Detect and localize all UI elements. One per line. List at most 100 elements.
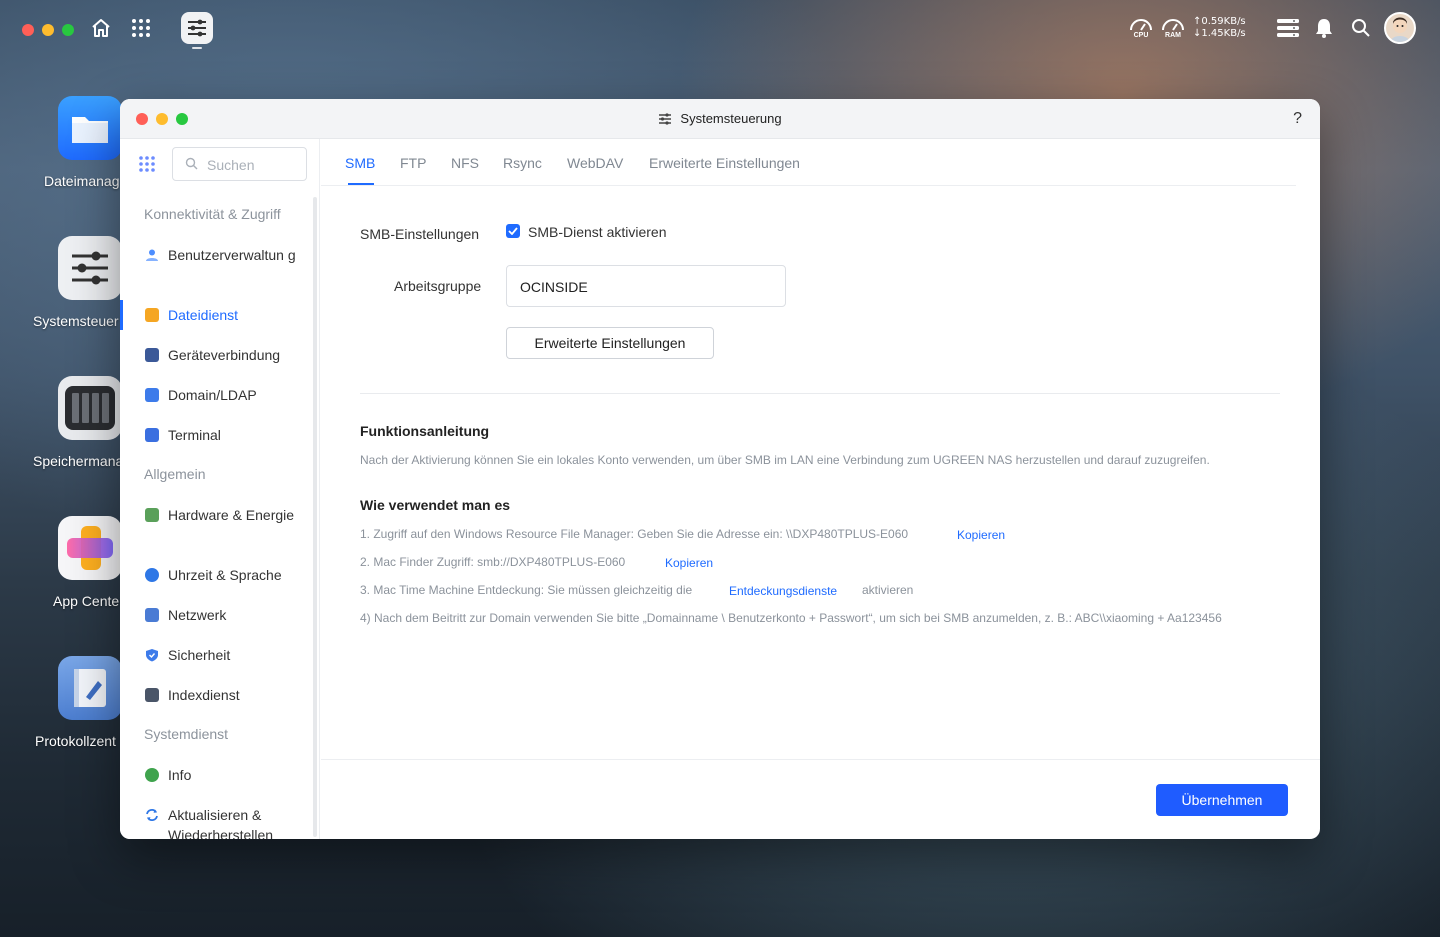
storage-manager-icon[interactable] [58,376,122,440]
tab-rsync[interactable]: Rsync [503,155,542,171]
desktop-label-app-center: App Cente [53,593,120,609]
desktop-label-storage-manager: Speichermana [33,453,124,469]
sidebar-item-file-service[interactable]: Dateidienst [120,305,314,325]
sidebar-item-index-service[interactable]: Indexdienst [120,685,314,705]
howto-step-4: 4) Nach dem Beitritt zur Domain verwende… [360,611,1222,625]
sidebar-item-network[interactable]: Netzwerk [120,605,314,625]
copy-windows-path-link[interactable]: Kopieren [957,528,1005,542]
workgroup-input[interactable]: OCINSIDE [506,265,786,307]
app-grid-icon[interactable] [130,17,152,39]
discovery-services-link[interactable]: Entdeckungsdienste [729,584,837,598]
function-guide-title: Funktionsanleitung [360,423,490,439]
terminal-icon [145,428,159,442]
bell-icon[interactable] [1314,17,1334,39]
network-speed[interactable]: ↑0.59KB/s ↓1.45KB/s [1193,16,1246,40]
search-icon [185,157,198,175]
desktop-label-control-panel: Systemsteuer [33,313,119,329]
sidebar-scrollbar[interactable] [313,197,317,837]
cpu-label: CPU [1133,32,1149,39]
app-center-icon[interactable] [58,516,122,580]
storage-list-icon[interactable] [1276,18,1300,38]
smb-enable-checkbox[interactable] [506,224,520,238]
refresh-icon [145,808,159,822]
sidebar-item-hardware-power[interactable]: Hardware & Energie [120,505,314,545]
battery-icon [145,508,159,522]
sidebar-item-label: Domain/LDAP [168,387,257,403]
tab-advanced-settings[interactable]: Erweiterte Einstellungen [649,155,800,171]
sidebar-item-label: Benutzerverwaltun g [168,247,296,263]
smb-enable-label[interactable]: SMB-Dienst aktivieren [528,224,667,240]
cpu-gauge[interactable]: CPU [1128,16,1154,40]
tab-bar: SMB FTP NFS Rsync WebDAV Erweiterte Eins… [321,139,1296,186]
control-panel-taskbar-icon[interactable] [181,12,213,44]
search-placeholder: Suchen [207,157,255,173]
smb-settings-label: SMB-Einstellungen [360,226,480,242]
sidebar-item-security[interactable]: Sicherheit [120,645,314,665]
tab-ftp[interactable]: FTP [400,155,426,171]
file-manager-icon[interactable] [58,96,122,160]
help-button[interactable]: ? [1293,110,1302,128]
sidebar-item-update-restore[interactable]: Aktualisieren & Wiederherstellen [120,805,314,839]
advanced-settings-button[interactable]: Erweiterte Einstellungen [506,327,714,359]
sidebar-item-user-management[interactable]: Benutzerverwaltun g [120,245,314,285]
window-title-text: Systemsteuerung [680,111,782,126]
maximize-traffic-light[interactable] [62,24,74,36]
folder-icon [145,308,159,322]
network-icon [145,608,159,622]
apply-button[interactable]: Übernehmen [1156,784,1288,816]
window-title: Systemsteuerung [120,111,1320,128]
howto-step-3: 3. Mac Time Machine Entdeckung: Sie müss… [360,583,693,597]
sidebar-item-label: Info [168,767,192,783]
control-panel-icon[interactable] [58,236,122,300]
window-footer: Übernehmen [321,759,1320,839]
howto-step-3-suffix: aktivieren [862,583,914,597]
sidebar-item-label: Aktualisieren & Wiederherstellen [168,807,274,839]
sidebar-search-input[interactable]: Suchen [172,147,307,181]
sidebar-item-terminal[interactable]: Terminal [120,425,314,445]
sidebar-item-label: Netzwerk [168,607,227,623]
sidebar: Suchen Konnektivität & Zugriff Benutzerv… [120,139,320,839]
avatar[interactable] [1384,12,1416,44]
sidebar-section-system-service: Systemdienst [144,726,229,742]
sidebar-item-domain-ldap[interactable]: Domain/LDAP [120,385,314,405]
info-icon [145,768,159,782]
device-icon [145,348,159,362]
sidebar-item-label: Hardware & Energie [168,507,295,523]
globe-icon [145,568,159,582]
ram-gauge[interactable]: RAM [1160,16,1186,40]
sidebar-item-info[interactable]: Info [120,765,314,785]
howto-step-2: 2. Mac Finder Zugriff: smb://DXP480TPLUS… [360,555,626,569]
ram-label: RAM [1165,32,1181,39]
sliders-icon [658,113,672,128]
sidebar-item-label: Indexdienst [168,687,240,703]
sidebar-item-label: Geräteverbindung [168,347,281,363]
user-icon [145,248,159,262]
sliders-icon [188,19,206,37]
shield-icon [145,648,159,662]
gauge-icon [1130,19,1152,31]
desktop-label-file-manager: Dateimanag [44,173,120,189]
window-titlebar[interactable]: Systemsteuerung ? [120,99,1320,139]
copy-mac-path-link[interactable]: Kopieren [665,556,713,570]
sidebar-section-connectivity: Konnektivität & Zugriff [144,206,281,222]
function-guide-description: Nach der Aktivierung können Sie ein loka… [360,453,1210,467]
tab-nfs[interactable]: NFS [451,155,479,171]
home-icon[interactable] [89,16,113,40]
close-traffic-light[interactable] [22,24,34,36]
log-center-icon[interactable] [58,656,122,720]
divider [360,393,1280,394]
check-icon [508,227,518,235]
minimize-traffic-light[interactable] [42,24,54,36]
sidebar-item-time-language[interactable]: Uhrzeit & Sprache [120,565,314,585]
search-icon[interactable] [1350,17,1372,39]
tab-webdav[interactable]: WebDAV [567,155,623,171]
sidebar-item-device-connection[interactable]: Geräteverbindung [120,345,314,365]
download-speed: ↓1.45KB/s [1193,28,1246,39]
sidebar-item-label: Sicherheit [168,647,231,663]
guide-content: Funktionsanleitung Nach der Aktivierung … [321,99,1320,839]
desktop-label-log-center: Protokollzent [35,733,116,749]
app-grid-icon[interactable] [139,156,155,177]
sidebar-section-general: Allgemein [144,466,206,482]
tab-smb[interactable]: SMB [345,155,375,171]
gauge-icon [1162,19,1184,31]
